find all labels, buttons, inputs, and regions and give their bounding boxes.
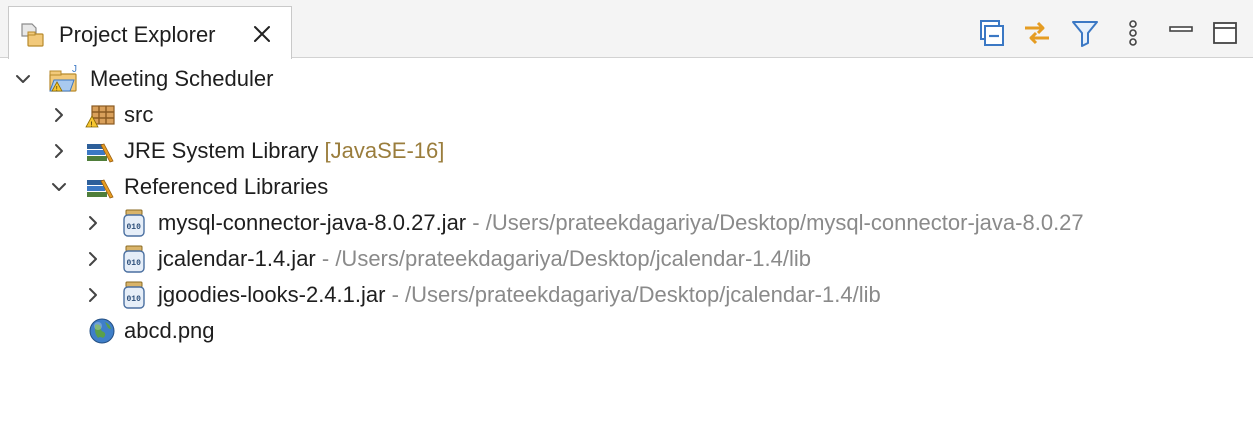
tree-item-label: Meeting Scheduler	[90, 66, 274, 91]
minimize-icon[interactable]	[1166, 18, 1196, 48]
tree-item-src[interactable]: ! src	[0, 97, 1253, 133]
tree-item-label: src	[124, 102, 154, 127]
svg-text:010: 010	[127, 259, 142, 268]
tree-item-file[interactable]: abcd.png	[0, 313, 1253, 349]
jar-path: - /Users/prateekdagariya/Desktop/jcalend…	[321, 246, 811, 271]
tree-item-text: jcalendar-1.4.jar - /Users/prateekdagari…	[158, 246, 811, 272]
svg-text:J: J	[72, 64, 77, 75]
jar-name: jcalendar-1.4.jar	[158, 246, 316, 271]
java-project-icon: J !	[49, 64, 77, 93]
library-icon	[87, 143, 114, 163]
jar-icon: 010	[123, 245, 145, 273]
jar-name: jgoodies-looks-2.4.1.jar	[158, 282, 386, 307]
tree-item-jar[interactable]: 010 jgoodies-looks-2.4.1.jar - /Users/pr…	[0, 277, 1253, 313]
view-tab-bar: Project Explorer	[0, 0, 1253, 59]
link-with-editor-icon[interactable]	[1022, 18, 1052, 48]
tree-item-text: jgoodies-looks-2.4.1.jar - /Users/pratee…	[158, 282, 881, 308]
globe-icon	[89, 318, 115, 344]
tree-item-referenced-libraries[interactable]: Referenced Libraries	[0, 169, 1253, 205]
filter-icon[interactable]	[1070, 18, 1100, 48]
chevron-down-icon[interactable]	[12, 68, 34, 90]
tab-title: Project Explorer	[59, 22, 216, 47]
svg-text:010: 010	[127, 295, 142, 304]
svg-text:010: 010	[127, 223, 142, 232]
view-menu-icon[interactable]	[1118, 18, 1148, 48]
tree-item-text: JRE System Library [JavaSE-16]	[124, 138, 444, 164]
jar-name: mysql-connector-java-8.0.27.jar	[158, 210, 467, 235]
jar-path: - /Users/prateekdagariya/Desktop/mysql-c…	[472, 210, 1084, 235]
jar-icon: 010	[123, 281, 145, 309]
chevron-right-icon[interactable]	[82, 248, 104, 270]
chevron-down-icon[interactable]	[48, 176, 70, 198]
tree-item-label: JRE System Library	[124, 138, 319, 163]
tab-project-explorer[interactable]: Project Explorer	[8, 6, 292, 59]
tree-item-project[interactable]: J ! Meeting Scheduler	[0, 61, 1253, 97]
tree-item-jar[interactable]: 010 mysql-connector-java-8.0.27.jar - /U…	[0, 205, 1253, 241]
library-icon	[87, 179, 114, 199]
jar-icon: 010	[123, 209, 145, 237]
svg-text:!: !	[91, 122, 93, 129]
maximize-icon[interactable]	[1210, 18, 1240, 48]
jar-path: - /Users/prateekdagariya/Desktop/jcalend…	[391, 282, 881, 307]
jre-version-decoration: [JavaSE-16]	[324, 138, 445, 163]
chevron-right-icon[interactable]	[82, 212, 104, 234]
tree-item-jar[interactable]: 010 jcalendar-1.4.jar - /Users/prateekda…	[0, 241, 1253, 277]
tree-item-label: Referenced Libraries	[124, 174, 329, 199]
source-folder-icon: !	[85, 105, 115, 129]
project-explorer-icon	[21, 23, 44, 47]
tree-item-jre-system-library[interactable]: JRE System Library [JavaSE-16]	[0, 133, 1253, 169]
project-explorer-view: Project Explorer J ! Meeting Scheduler !…	[0, 0, 1253, 438]
close-icon[interactable]	[249, 21, 275, 47]
tree-item-label: abcd.png	[124, 318, 215, 343]
chevron-right-icon[interactable]	[48, 140, 70, 162]
chevron-right-icon[interactable]	[82, 284, 104, 306]
collapse-all-icon[interactable]	[977, 18, 1007, 48]
tree-item-text: mysql-connector-java-8.0.27.jar - /Users…	[158, 210, 1084, 236]
chevron-right-icon[interactable]	[48, 104, 70, 126]
